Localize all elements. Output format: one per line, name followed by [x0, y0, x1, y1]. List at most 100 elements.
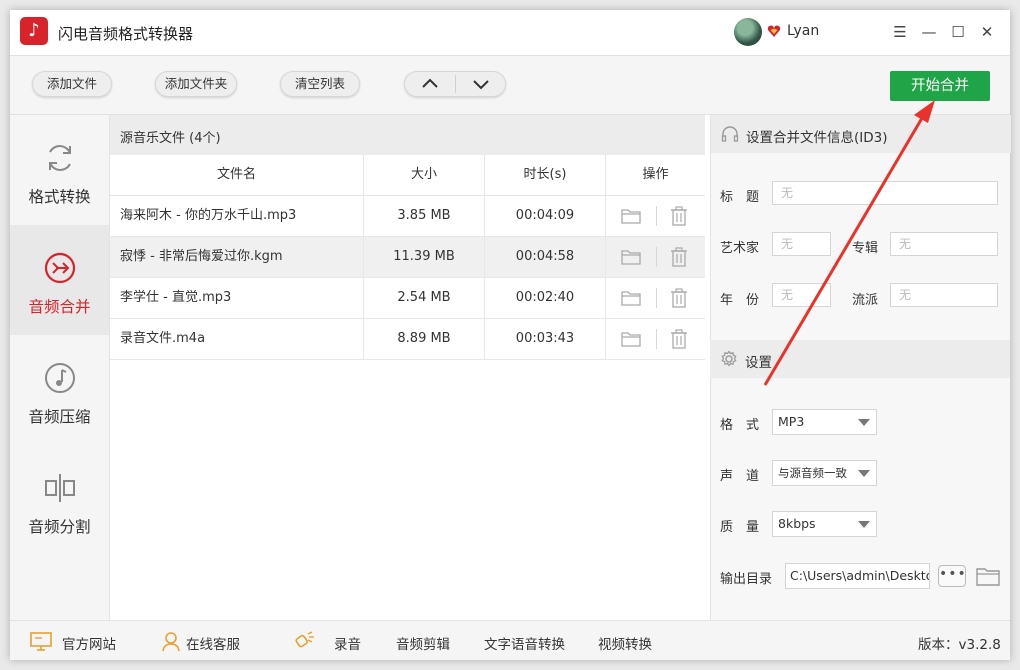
file-size: 2.54 MB	[364, 278, 485, 318]
start-merge-button[interactable]: 开始合并	[890, 71, 990, 101]
trash-icon[interactable]	[669, 247, 689, 267]
username[interactable]: Lyan	[787, 23, 819, 39]
artist-label: 艺术家	[720, 241, 760, 256]
audio-cut-link[interactable]: 音频剪辑	[396, 633, 450, 653]
file-name: 海来阿木 - 你的万水千山.mp3	[110, 196, 364, 236]
title-field[interactable]: 无	[772, 181, 998, 205]
title-label: 标 题	[720, 190, 760, 205]
file-name: 录音文件.m4a	[110, 319, 364, 359]
refresh-icon	[49, 145, 71, 171]
channel-value: 与源音频一致	[778, 466, 847, 480]
app-logo-icon: ♪	[20, 17, 48, 45]
column-header-ops: 操作	[606, 155, 705, 196]
format-select[interactable]: MP3	[772, 409, 877, 435]
sidebar-item-audio-compress[interactable]: 音频压缩	[10, 335, 109, 445]
browse-more-button[interactable]: •••	[938, 565, 966, 587]
column-header-size[interactable]: 大小	[364, 155, 485, 196]
sidebar-item-label: 音频压缩	[28, 408, 91, 426]
close-button[interactable]: ✕	[975, 20, 999, 44]
open-folder-icon[interactable]	[976, 565, 1000, 587]
file-duration: 00:03:43	[485, 319, 606, 359]
sidebar-item-label: 音频合并	[28, 298, 91, 316]
format-value: MP3	[778, 414, 805, 429]
text-to-speech-link[interactable]: 文字语音转换	[484, 633, 565, 653]
settings-section-header: 设置	[710, 340, 1010, 378]
move-down-icon[interactable]	[456, 72, 506, 96]
sidebar-item-audio-split[interactable]: 音频分割	[10, 445, 109, 555]
sidebar-item-audio-merge[interactable]: 音频合并	[10, 225, 109, 335]
divider	[656, 247, 657, 267]
table-row[interactable]: 寂悸 - 非常后悔爱过你.kgm 11.39 MB 00:04:58	[110, 237, 705, 278]
app-window: ♪ 闪电音频格式转换器 Lyan ☰ — ☐ ✕ 添加文件 添加文件夹 清空列表…	[10, 10, 1011, 660]
column-header-name[interactable]: 文件名	[110, 155, 364, 196]
file-size: 8.89 MB	[364, 319, 485, 359]
quality-label: 质 量	[720, 520, 760, 535]
gear-icon	[721, 350, 737, 367]
channel-select[interactable]: 与源音频一致	[772, 460, 877, 486]
file-name: 寂悸 - 非常后悔爱过你.kgm	[110, 237, 364, 277]
id3-section-header: 设置合并文件信息(ID3)	[711, 115, 1011, 153]
online-support-link[interactable]: 在线客服	[186, 633, 240, 653]
file-size: 11.39 MB	[364, 237, 485, 277]
sidebar-item-format-convert[interactable]: 格式转换	[10, 115, 109, 225]
toolbar: 添加文件 添加文件夹 清空列表 开始合并	[10, 55, 1010, 115]
sidebar-item-label: 格式转换	[28, 188, 91, 206]
clear-list-button[interactable]: 清空列表	[280, 71, 360, 97]
output-path-field[interactable]: C:\Users\admin\Desktop	[785, 563, 930, 589]
microphone-icon	[295, 631, 314, 648]
file-name: 李学仕 - 直觉.mp3	[110, 278, 364, 318]
headphones-icon	[721, 126, 739, 142]
file-count-label: 源音乐文件 (4个)	[120, 131, 221, 146]
year-field[interactable]: 无	[772, 283, 831, 307]
divider	[656, 329, 657, 349]
album-label: 专辑	[852, 241, 879, 256]
add-file-button[interactable]: 添加文件	[32, 71, 112, 97]
file-list-header: 源音乐文件 (4个)	[110, 115, 705, 155]
minimize-button[interactable]: —	[917, 20, 941, 44]
table-row[interactable]: 海来阿木 - 你的万水千山.mp3 3.85 MB 00:04:09	[110, 196, 705, 237]
folder-icon[interactable]	[621, 206, 641, 226]
album-field[interactable]: 无	[890, 232, 998, 256]
year-label: 年 份	[720, 293, 760, 308]
column-header-duration[interactable]: 时长(s)	[485, 155, 606, 196]
menu-icon[interactable]: ☰	[888, 20, 912, 44]
quality-select[interactable]: 8kbps	[772, 511, 877, 537]
title-bar: ♪ 闪电音频格式转换器 Lyan ☰ — ☐ ✕	[10, 10, 1010, 55]
table-row[interactable]: 李学仕 - 直觉.mp3 2.54 MB 00:02:40	[110, 278, 705, 319]
maximize-button[interactable]: ☐	[946, 20, 970, 44]
genre-field[interactable]: 无	[890, 283, 998, 307]
merge-icon	[44, 252, 76, 284]
official-website-link[interactable]: 官方网站	[62, 633, 116, 653]
settings-heading: 设置	[745, 355, 772, 371]
user-avatar[interactable]	[734, 18, 762, 46]
folder-icon[interactable]	[621, 247, 641, 267]
trash-icon[interactable]	[669, 329, 689, 349]
table-row[interactable]: 录音文件.m4a 8.89 MB 00:03:43	[110, 319, 705, 360]
vip-heart-icon	[767, 25, 781, 37]
file-list: 源音乐文件 (4个) 文件名 大小 时长(s) 操作 海来阿木 - 你的万水千山…	[110, 115, 705, 620]
file-duration: 00:04:58	[485, 237, 606, 277]
file-duration: 00:04:09	[485, 196, 606, 236]
video-convert-link[interactable]: 视频转换	[598, 633, 652, 653]
id3-heading: 设置合并文件信息(ID3)	[746, 130, 888, 146]
trash-icon[interactable]	[669, 288, 689, 308]
trash-icon[interactable]	[669, 206, 689, 226]
quality-value: 8kbps	[778, 516, 816, 531]
record-link[interactable]: 录音	[334, 633, 361, 653]
divider	[656, 288, 657, 308]
folder-icon[interactable]	[621, 329, 641, 349]
chevron-down-icon	[858, 521, 870, 528]
channel-label: 声 道	[720, 469, 760, 484]
artist-field[interactable]: 无	[772, 232, 831, 256]
split-icon	[45, 474, 75, 502]
folder-icon[interactable]	[621, 288, 641, 308]
version-label: 版本：v3.2.8	[918, 637, 1001, 653]
chevron-down-icon	[858, 419, 870, 426]
music-disc-icon	[45, 363, 75, 393]
output-label: 输出目录	[720, 572, 773, 587]
footer-bar: 官方网站 在线客服 录音 音频剪辑 文字语音转换 视频转换 版本：v3.2.8	[10, 620, 1010, 660]
move-buttons	[404, 71, 506, 97]
move-up-icon[interactable]	[405, 72, 455, 96]
file-duration: 00:02:40	[485, 278, 606, 318]
add-folder-button[interactable]: 添加文件夹	[155, 71, 237, 97]
